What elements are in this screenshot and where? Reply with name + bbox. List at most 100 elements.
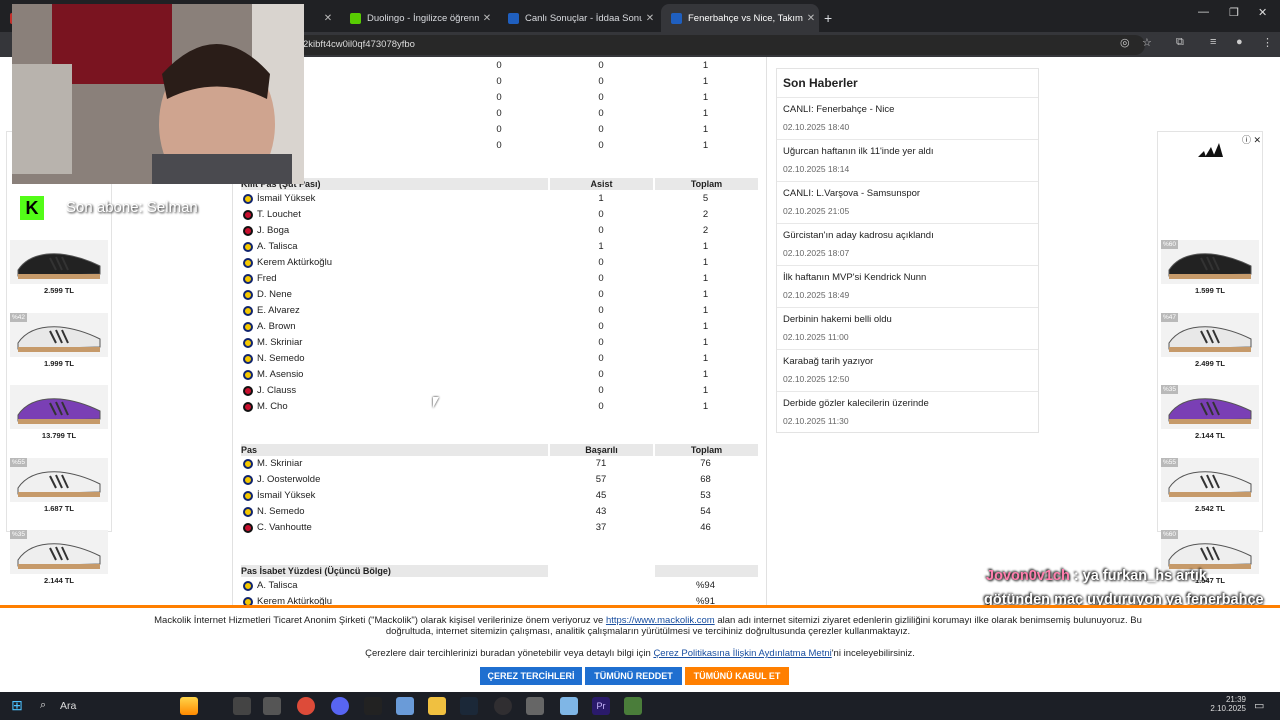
news-item[interactable]: Gürcistan'ın aday kadrosu açıklandı 02.10…	[777, 223, 1038, 265]
url-field[interactable]: 2kibft4cw0il0qf473078yfbo	[200, 35, 1145, 55]
app-icon[interactable]	[396, 697, 414, 715]
cell-value: 0	[496, 140, 502, 151]
player-name[interactable]: E. Alvarez	[257, 305, 300, 316]
left-ad-banner[interactable]: 2.599 TL %42 1.999 TL 13.799 TL %55 1.687 TL%…	[6, 131, 112, 585]
widgets-icon[interactable]	[263, 697, 281, 715]
ad-product[interactable]: %60 1.599 TL	[1161, 240, 1259, 298]
taskbar-search[interactable]: Ara	[60, 700, 76, 712]
cell-value: 1	[702, 321, 709, 332]
news-item[interactable]: CANLI: L.Varşova - Samsunspor 02.10.2025 …	[777, 181, 1038, 223]
cell-value: 1	[702, 241, 709, 252]
app3-icon[interactable]	[624, 697, 642, 715]
player-name[interactable]: J. Clauss	[257, 385, 296, 396]
ad-product[interactable]: 2.599 TL	[10, 240, 108, 298]
notification-icon[interactable]: ▭	[1254, 699, 1264, 712]
news-headline[interactable]: CANLI: Fenerbahçe - Nice	[783, 104, 894, 115]
ad-product[interactable]: %42 1.999 TL	[10, 312, 108, 371]
player-name[interactable]: N. Semedo	[257, 506, 305, 517]
tab-close-icon[interactable]: ✕	[803, 13, 819, 24]
explorer-icon[interactable]	[428, 697, 446, 715]
ad-product[interactable]: %55 1.687 TL	[10, 457, 108, 516]
copilot-icon[interactable]	[180, 697, 198, 715]
ad-product[interactable]: %35 2.144 TL	[1161, 385, 1259, 443]
tab-close-icon[interactable]: ✕	[320, 13, 336, 24]
ad-product[interactable]: 13.799 TL	[10, 385, 108, 443]
news-item[interactable]: CANLI: Fenerbahçe - Nice 02.10.2025 18:40	[777, 97, 1038, 139]
app2-icon[interactable]	[560, 697, 578, 715]
player-name[interactable]: C. Vanhoutte	[257, 522, 312, 533]
premiere-icon[interactable]: Pr	[592, 697, 610, 715]
news-headline[interactable]: CANLI: L.Varşova - Samsunspor	[783, 188, 920, 199]
eye-off-icon[interactable]: ◎	[1120, 36, 1130, 49]
tab-close-icon[interactable]: ✕	[479, 13, 495, 24]
player-name[interactable]: J. Boga	[257, 225, 289, 236]
player-name[interactable]: İsmail Yüksek	[257, 193, 315, 204]
cookie-preferences-button[interactable]: ÇEREZ TERCİHLERİ	[480, 667, 582, 685]
player-name[interactable]: T. Louchet	[257, 209, 301, 220]
player-name[interactable]: Kerem Aktürkoğlu	[257, 257, 332, 268]
player-name[interactable]: İsmail Yüksek	[257, 490, 315, 501]
news-headline[interactable]: Derbide gözler kalecilerin üzerinde	[783, 398, 929, 409]
player-name[interactable]: M. Skriniar	[257, 337, 302, 348]
cookie-policy-link[interactable]: Çerez Politikasına İlişkin Aydınlatma Me…	[653, 648, 831, 659]
obs-icon[interactable]	[494, 697, 512, 715]
new-tab-button[interactable]: +	[818, 4, 842, 32]
news-item[interactable]: Uğurcan haftanın ilk 11'inde yer aldı 02.…	[777, 139, 1038, 181]
taskview-icon[interactable]	[233, 697, 251, 715]
discount-badge: %55	[10, 457, 28, 467]
reject-all-button[interactable]: TÜMÜNÜ REDDET	[585, 667, 682, 685]
news-headline[interactable]: İlk haftanın MVP'si Kendrick Nunn	[783, 272, 926, 283]
mouse-cursor-icon	[433, 397, 439, 408]
mackolik-link[interactable]: https://www.mackolik.com	[606, 615, 715, 626]
bookmark-star-icon[interactable]: ☆	[1142, 36, 1152, 49]
player-name[interactable]: M. Skriniar	[257, 458, 302, 469]
table-row: 0 0 1	[241, 90, 758, 106]
news-headline[interactable]: Derbinin hakemi belli oldu	[783, 314, 892, 325]
ad-product[interactable]: %35 2.144 TL	[10, 530, 108, 588]
minimize-icon[interactable]: —	[1198, 6, 1209, 18]
news-item[interactable]: Karabağ tarih yazıyor 02.10.2025 12:50	[777, 349, 1038, 391]
steam-icon[interactable]	[460, 697, 478, 715]
player-name[interactable]: N. Semedo	[257, 353, 305, 364]
ad-info-icon[interactable]: ⓘ ✕	[1242, 133, 1261, 146]
ad-product[interactable]: %47 2.499 TL	[1161, 312, 1259, 371]
discord-icon[interactable]	[331, 697, 349, 715]
taskbar-clock[interactable]: 21:39 2.10.2025	[1204, 695, 1246, 713]
accept-all-button[interactable]: TÜMÜNÜ KABUL ET	[685, 667, 789, 685]
media-icon[interactable]: ≡	[1210, 36, 1216, 48]
tab-close-icon[interactable]: ✕	[642, 13, 658, 24]
news-headline[interactable]: Karabağ tarih yazıyor	[783, 356, 873, 367]
browser-tab-2[interactable]: Canlı Sonuçlar - İddaa Sonuçla✕	[498, 4, 658, 32]
news-title: Son Haberler	[783, 76, 858, 90]
cell-value: 0	[598, 321, 604, 332]
player-name[interactable]: A. Talisca	[257, 580, 297, 591]
player-name[interactable]: D. Nene	[257, 289, 292, 300]
right-ad-banner[interactable]: ⓘ ✕ %60 1.599 TL %47 2.499 TL %35 2.144 TL %55…	[1157, 131, 1263, 585]
cell-value: 43	[595, 506, 607, 517]
browser-tab-1[interactable]: Duolingo - İngilizce öğrenmen✕	[340, 4, 495, 32]
browser-tab-3[interactable]: Fenerbahçe vs Nice, Takım İstat✕	[661, 4, 819, 32]
news-headline[interactable]: Uğurcan haftanın ilk 11'inde yer aldı	[783, 146, 934, 157]
cell-value: 37	[595, 522, 607, 533]
news-item[interactable]: Derbide gözler kalecilerin üzerinde 02.10…	[777, 391, 1038, 433]
menu-icon[interactable]: ⋮	[1262, 36, 1273, 49]
close-window-icon[interactable]: ✕	[1258, 6, 1267, 19]
calculator-icon[interactable]	[526, 697, 544, 715]
maximize-icon[interactable]: ❐	[1229, 6, 1239, 19]
news-item[interactable]: Derbinin hakemi belli oldu 02.10.2025 11:…	[777, 307, 1038, 349]
chrome-icon[interactable]	[297, 697, 315, 715]
player-name[interactable]: Fred	[257, 273, 277, 284]
player-name[interactable]: A. Brown	[257, 321, 296, 332]
profile-avatar[interactable]: ●	[1236, 36, 1243, 48]
news-headline[interactable]: Gürcistan'ın aday kadrosu açıklandı	[783, 230, 934, 241]
player-name[interactable]: M. Cho	[257, 401, 288, 412]
player-name[interactable]: J. Oosterwolde	[257, 474, 320, 485]
windows-start-icon[interactable]: ⊞	[8, 697, 26, 715]
news-item[interactable]: İlk haftanın MVP'si Kendrick Nunn 02.10.2…	[777, 265, 1038, 307]
taskbar-search-icon[interactable]: ⌕	[40, 699, 46, 712]
player-name[interactable]: M. Asensio	[257, 369, 303, 380]
epic-icon[interactable]	[364, 697, 382, 715]
player-name[interactable]: A. Talisca	[257, 241, 297, 252]
extensions-icon[interactable]: ⧉	[1176, 36, 1184, 49]
ad-product[interactable]: %55 2.542 TL	[1161, 457, 1259, 516]
